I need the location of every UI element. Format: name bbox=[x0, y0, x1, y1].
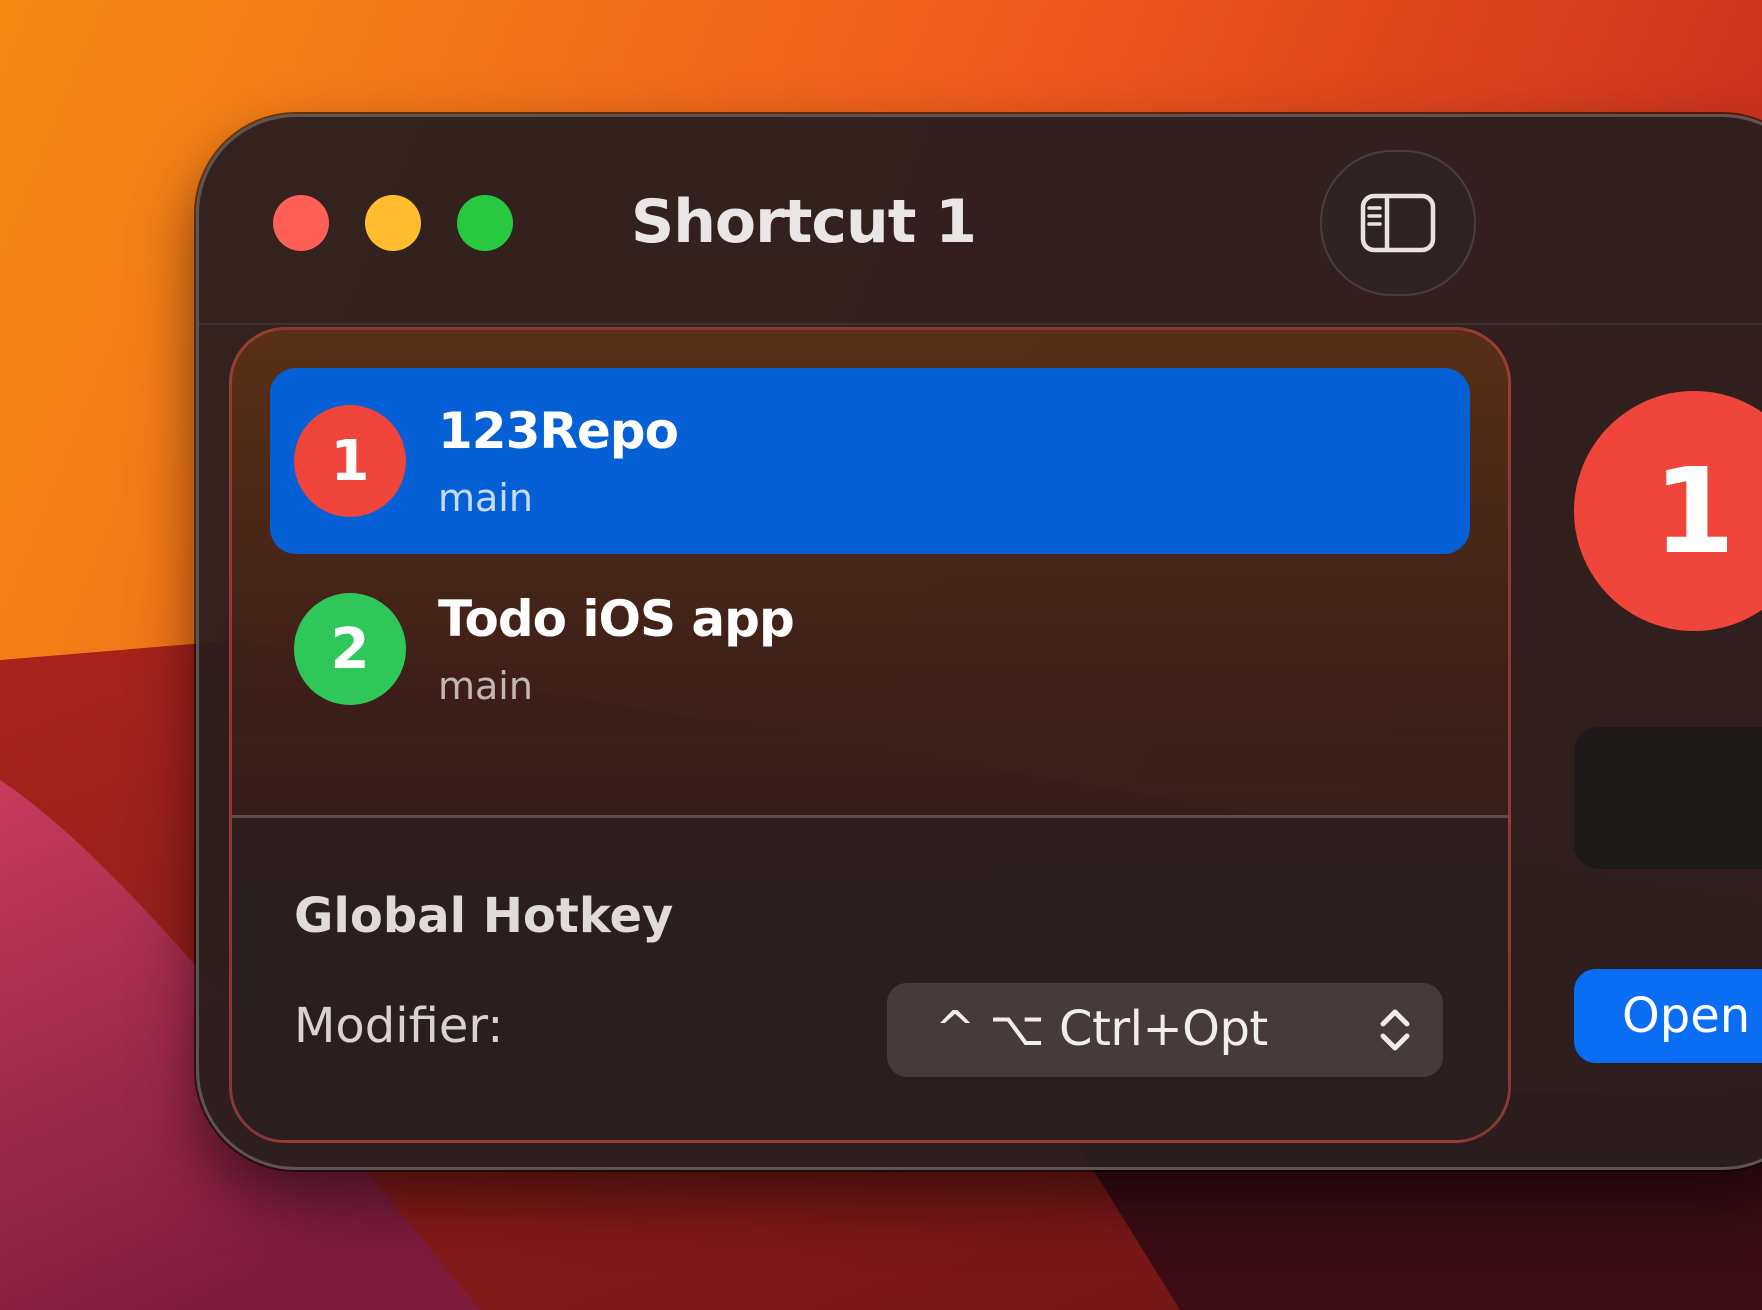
section-title: Global Hotkey bbox=[294, 888, 674, 944]
modifier-select[interactable]: ^ ⌥ Ctrl+Opt bbox=[887, 983, 1443, 1077]
window-title: Shortcut 1 bbox=[631, 187, 977, 257]
repo-row-123repo[interactable]: 1 123Repo main bbox=[270, 368, 1470, 554]
global-hotkey-section: Global Hotkey Modifier: ^ ⌥ Ctrl+Opt bbox=[232, 818, 1508, 1140]
zoom-window-button[interactable] bbox=[457, 195, 513, 251]
modifier-value: ^ ⌥ Ctrl+Opt bbox=[935, 1001, 1268, 1057]
repo-branch: main bbox=[438, 476, 533, 520]
detail-number-badge: 1 bbox=[1574, 391, 1762, 631]
chevron-up-down-icon bbox=[1380, 1009, 1410, 1051]
close-window-button[interactable] bbox=[273, 195, 329, 251]
repo-list: 1 123Repo main 2 Todo iOS app main bbox=[232, 330, 1508, 815]
minimize-window-button[interactable] bbox=[365, 195, 421, 251]
sidebar: 1 123Repo main 2 Todo iOS app main Globa… bbox=[229, 327, 1511, 1143]
repo-name: 123Repo bbox=[438, 402, 679, 460]
open-button[interactable]: Open bbox=[1574, 969, 1762, 1063]
repo-number-badge: 1 bbox=[294, 405, 406, 517]
repo-row-todo-ios-app[interactable]: 2 Todo iOS app main bbox=[270, 556, 1470, 742]
app-window: Shortcut 1 1 123Repo main 2 Todo iOS app… bbox=[196, 114, 1762, 1170]
modifier-label: Modifier: bbox=[294, 998, 504, 1054]
repo-name: Todo iOS app bbox=[438, 590, 795, 648]
toggle-sidebar-button[interactable] bbox=[1320, 150, 1476, 296]
detail-field[interactable] bbox=[1574, 727, 1762, 869]
title-bar: Shortcut 1 bbox=[199, 117, 1762, 325]
repo-branch: main bbox=[438, 664, 533, 708]
sidebar-left-icon bbox=[1360, 193, 1436, 253]
repo-number-badge: 2 bbox=[294, 593, 406, 705]
